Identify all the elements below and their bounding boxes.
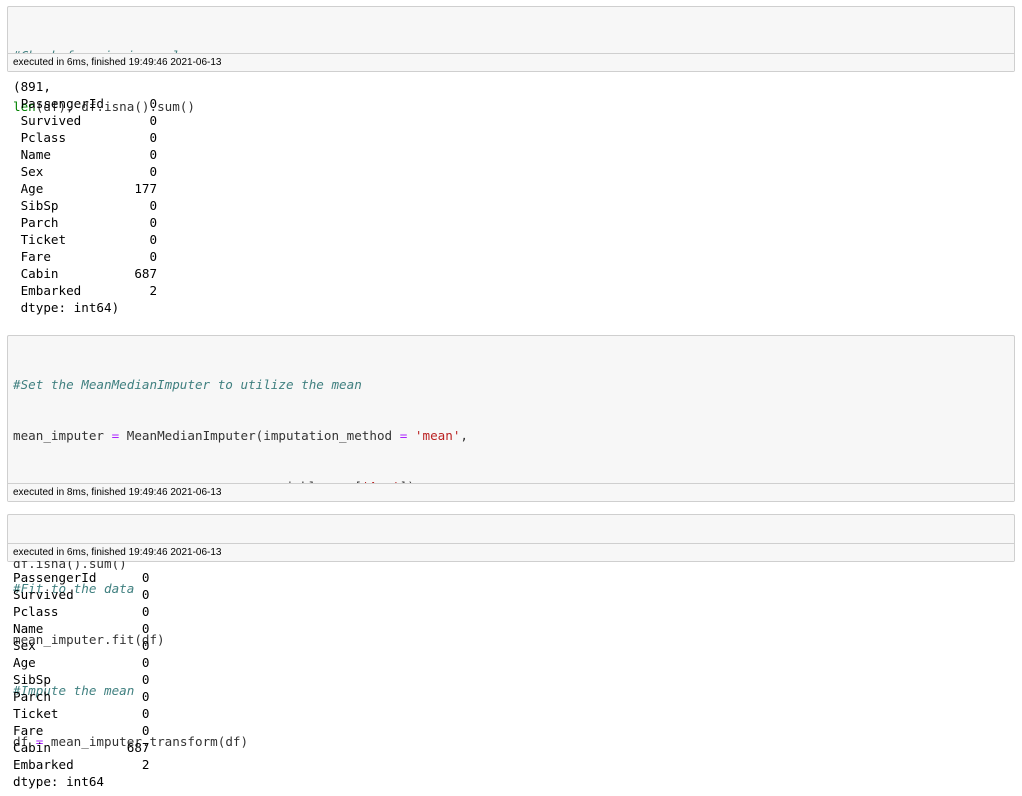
output-line: Name 0 [13,621,150,636]
code-cell-2[interactable]: #Set the MeanMedianImputer to utilize th… [7,335,1015,749]
code-comment: #Set the MeanMedianImputer to utilize th… [13,377,362,392]
output-line: Ticket 0 [13,706,150,721]
execution-status: executed in 6ms, finished 19:49:46 2021-… [8,53,1014,71]
execution-status: executed in 8ms, finished 19:49:46 2021-… [8,483,1014,501]
output-line: Age 0 [13,655,150,670]
output-line: Embarked 2 [13,283,158,298]
output-line: Name 0 [13,147,158,162]
output-line: Parch 0 [13,215,158,230]
code-editor-3[interactable]: df.isna().sum() [8,515,1014,609]
output-line: PassengerId 0 [13,570,150,585]
output-line: Pclass 0 [13,604,150,619]
code-editor-1[interactable]: #Check for missing values len(df), df.is… [8,7,1014,152]
output-line: (891, [13,79,51,94]
output-line: PassengerId 0 [13,96,158,111]
code-string: 'mean' [414,428,461,443]
execution-status: executed in 6ms, finished 19:49:46 2021-… [8,543,1014,561]
output-line: Embarked 2 [13,757,150,772]
code-text: MeanMedianImputer(imputation_method [119,428,400,443]
cell-output-1: (891, PassengerId 0 Survived 0 Pclass 0 … [13,78,157,316]
output-line: Sex 0 [13,164,158,179]
output-line: Age 177 [13,181,158,196]
output-line: dtype: int64 [13,774,104,789]
output-line: SibSp 0 [13,672,150,687]
code-text: , [460,428,468,443]
code-cell-3[interactable]: df.isna().sum() executed in 6ms, finishe… [7,514,1015,571]
cell-output-3: PassengerId 0 Survived 0 Pclass 0 Name 0 Sex… [13,569,149,790]
output-line: Fare 0 [13,723,150,738]
output-line: Survived 0 [13,587,150,602]
output-line: Survived 0 [13,113,158,128]
output-line: Ticket 0 [13,232,158,247]
output-line: SibSp 0 [13,198,158,213]
output-line: Sex 0 [13,638,150,653]
output-line: dtype: int64) [13,300,120,315]
output-line: Cabin 687 [13,740,150,755]
output-line: Cabin 687 [13,266,158,281]
code-text: mean_imputer [13,428,112,443]
code-cell-1[interactable]: #Check for missing values len(df), df.is… [7,6,1015,114]
output-line: Fare 0 [13,249,158,264]
output-line: Pclass 0 [13,130,158,145]
output-line: Parch 0 [13,689,150,704]
